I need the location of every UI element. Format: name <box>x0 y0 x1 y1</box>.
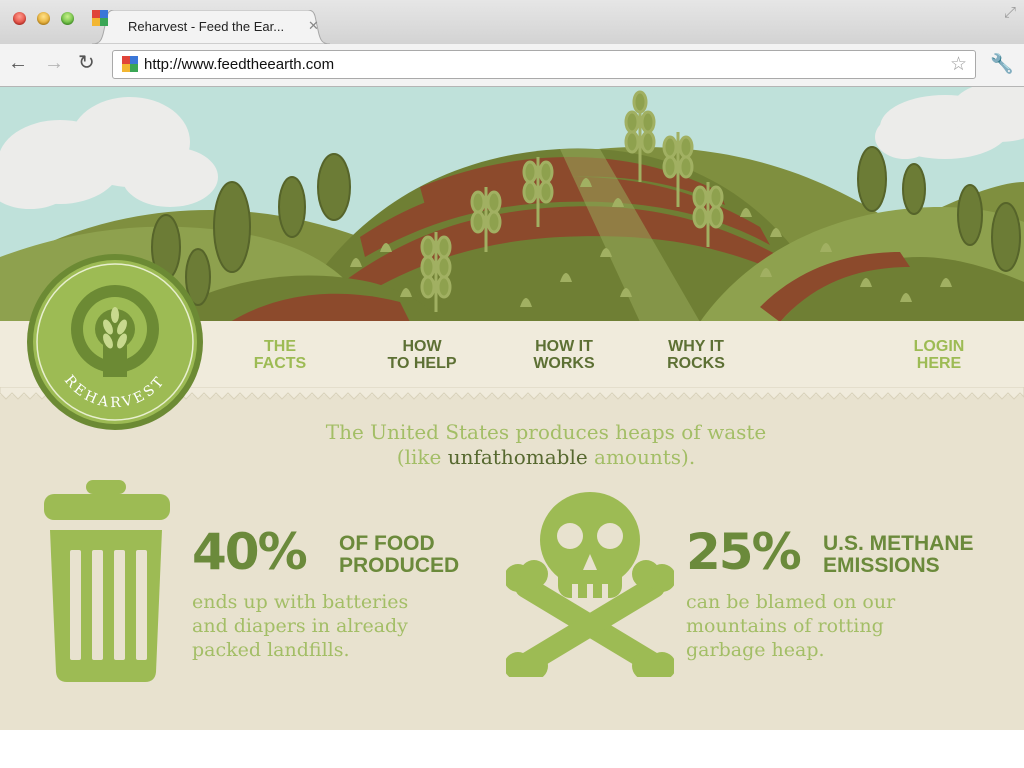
site-favicon-icon <box>122 56 138 72</box>
stat-desc-line: garbage heap. <box>686 639 825 661</box>
intro-line-2-end: amounts). <box>587 445 696 469</box>
trash-can-icon <box>44 480 170 682</box>
nav-label-line2: TO HELP <box>387 355 457 372</box>
stat-desc-line: ends up with batteries <box>192 591 409 613</box>
close-window-button[interactable] <box>13 12 26 25</box>
stat-desc-line: can be blamed on our <box>686 591 896 613</box>
minimize-window-button[interactable] <box>37 12 50 25</box>
stat-label: U.S. METHANE EMISSIONS <box>823 533 974 577</box>
nav-login-here[interactable]: LOGIN HERE <box>896 338 982 372</box>
address-bar[interactable]: http://www.feedtheearth.com ☆ <box>112 50 976 79</box>
tab-close-icon[interactable]: ✕ <box>308 18 319 34</box>
nav-label-line2: ROCKS <box>667 355 725 372</box>
forward-button[interactable]: → <box>44 51 64 75</box>
browser-tab-bar: Reharvest - Feed the Ear... ✕ ⤢ <box>0 0 1024 44</box>
nav-label-line2: FACTS <box>253 355 307 372</box>
nav-label-line1: WHY IT <box>668 338 724 355</box>
browser-toolbar: ← → ↻ http://www.feedtheearth.com ☆ 🔧 <box>0 44 1024 87</box>
nav-how-it-works[interactable]: HOW IT WORKS <box>522 338 606 372</box>
wrench-menu-icon[interactable]: 🔧 <box>990 52 1014 76</box>
stat-label-line1: OF FOOD <box>339 532 435 555</box>
stat-label-line1: U.S. METHANE <box>823 532 974 555</box>
intro-statement: The United States produces heaps of wast… <box>196 420 896 470</box>
tab-title: Reharvest - Feed the Ear... <box>128 19 285 34</box>
nav-label-line2: WORKS <box>533 355 595 372</box>
stat-percent: 25% <box>686 523 802 581</box>
url-text[interactable]: http://www.feedtheearth.com <box>144 56 334 73</box>
site-favicon-icon <box>92 10 108 26</box>
intro-line-2: (like unfathomable amounts). <box>196 445 896 470</box>
nav-why-it-rocks[interactable]: WHY IT ROCKS <box>656 338 736 372</box>
stat-description: ends up with batteries and diapers in al… <box>192 590 408 662</box>
nav-label-line2: HERE <box>916 355 962 372</box>
nav-label-line1: HOW <box>402 338 442 355</box>
stat-label: OF FOOD PRODUCED <box>339 533 459 577</box>
nav-label-line1: HOW IT <box>535 338 593 355</box>
back-button[interactable]: ← <box>8 51 28 75</box>
stat-description: can be blamed on our mountains of rottin… <box>686 590 895 662</box>
stat-desc-line: and diapers in already <box>192 615 408 637</box>
reharvest-logo[interactable]: REHARVEST <box>24 251 206 433</box>
website-viewport: THE FACTS HOW TO HELP HOW IT WORKS WHY I… <box>0 87 1024 730</box>
stat-desc-line: packed landfills. <box>192 639 350 661</box>
zoom-window-button[interactable] <box>61 12 74 25</box>
nav-label-line1: THE <box>264 338 296 355</box>
stat-label-line2: EMISSIONS <box>823 554 940 577</box>
intro-highlight: unfathomable <box>447 445 588 469</box>
nav-how-to-help[interactable]: HOW TO HELP <box>378 338 466 372</box>
reload-button[interactable]: ↻ <box>78 51 95 75</box>
bookmark-star-icon[interactable]: ☆ <box>950 53 967 76</box>
nav-the-facts[interactable]: THE FACTS <box>246 338 314 372</box>
fullscreen-icon[interactable]: ⤢ <box>1004 4 1016 21</box>
nav-label-line1: LOGIN <box>913 338 965 355</box>
browser-tab[interactable]: Reharvest - Feed the Ear... ✕ <box>92 10 330 44</box>
skull-crossbones-icon <box>506 492 674 677</box>
intro-line-2-start: (like <box>396 445 448 469</box>
stat-desc-line: mountains of rotting <box>686 615 884 637</box>
intro-line-1: The United States produces heaps of wast… <box>325 420 767 444</box>
stat-label-line2: PRODUCED <box>339 554 460 577</box>
stat-percent: 40% <box>192 523 308 581</box>
